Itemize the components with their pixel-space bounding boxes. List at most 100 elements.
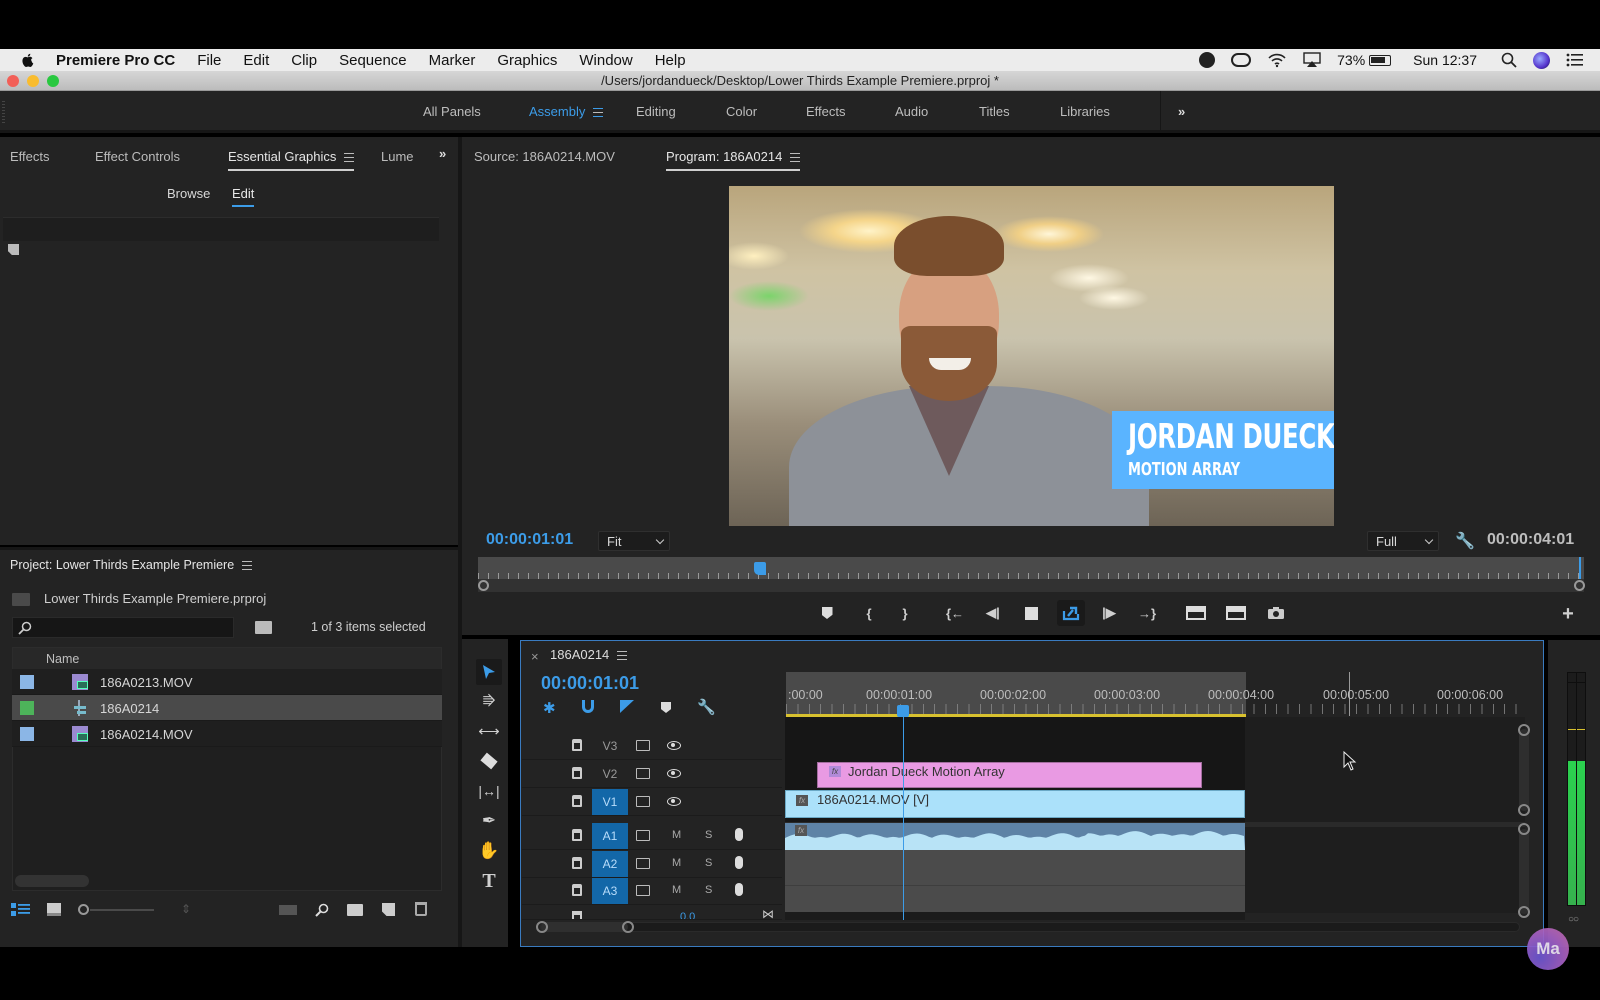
workspace-menu-icon[interactable] [593, 108, 604, 118]
project-item[interactable]: 186A0214 [12, 695, 442, 721]
notification-center-icon[interactable] [1566, 53, 1584, 67]
new-layer-icon[interactable] [8, 244, 19, 255]
project-search-field[interactable] [35, 618, 230, 637]
master-volume-value[interactable]: 0.0 [680, 911, 695, 919]
export-frame-button[interactable] [1265, 602, 1287, 624]
clock[interactable]: Sun 12:37 [1413, 52, 1477, 68]
menu-graphics[interactable]: Graphics [497, 52, 557, 69]
panel-menu-icon[interactable] [344, 153, 355, 163]
export-frame-loop-button[interactable] [1057, 600, 1085, 626]
resolution-dropdown[interactable]: Full [1367, 531, 1439, 551]
graphic-clip[interactable]: fx Jordan Dueck Motion Array [817, 762, 1202, 788]
trash-icon[interactable] [415, 902, 427, 916]
project-item[interactable]: 186A0214.MOV [12, 721, 442, 747]
wrench-icon[interactable]: 🔧 [1455, 531, 1475, 551]
lock-icon[interactable] [572, 911, 582, 919]
go-to-end-icon[interactable]: ⋈ [762, 907, 774, 919]
razor-tool-icon[interactable] [476, 748, 502, 774]
master-track-header[interactable]: 0.0 ⋈ [522, 905, 782, 920]
eye-icon[interactable] [667, 769, 681, 778]
track-select-tool-icon[interactable]: ⭆ [476, 688, 502, 714]
zoom-scrollbar-left-handle[interactable] [478, 580, 489, 591]
search-bin-icon[interactable] [255, 621, 272, 634]
program-current-timecode[interactable]: 00:00:01:01 [486, 531, 573, 549]
snap-icon[interactable] [582, 700, 594, 713]
lock-icon[interactable] [572, 857, 582, 869]
grip-handle[interactable] [2, 101, 5, 123]
sync-lock-icon[interactable] [636, 858, 650, 869]
panel-overflow-icon[interactable]: » [439, 146, 446, 161]
tab-essential-graphics[interactable]: Essential Graphics [228, 149, 355, 171]
sequence-tab[interactable]: 186A0214 [550, 647, 628, 662]
wifi-icon[interactable] [1267, 52, 1287, 68]
audio-track-header[interactable]: A2 M S [522, 851, 782, 878]
zoom-scrollbar-right-handle[interactable] [1574, 580, 1585, 591]
sync-lock-icon[interactable] [636, 830, 650, 841]
video-track-header[interactable]: V1 [522, 789, 782, 816]
audio-scroll-top-handle[interactable] [1518, 823, 1530, 835]
audio-track-header[interactable]: A3 M S [522, 878, 782, 905]
workspace-overflow-icon[interactable]: » [1178, 104, 1185, 119]
sync-lock-icon[interactable] [636, 768, 650, 779]
mute-button[interactable]: M [672, 857, 681, 869]
type-tool-icon[interactable]: T [476, 868, 502, 894]
timeline-current-timecode[interactable]: 00:00:01:01 [541, 673, 639, 694]
menu-marker[interactable]: Marker [429, 52, 476, 69]
workspace-all-panels[interactable]: All Panels [423, 104, 481, 119]
subtab-browse[interactable]: Browse [167, 186, 210, 201]
track-target-toggle[interactable]: V2 [592, 761, 628, 787]
audio-scroll-bottom-handle[interactable] [1518, 906, 1530, 918]
step-forward-button[interactable]: |▶ [1098, 602, 1120, 624]
voiceover-record-icon[interactable] [735, 828, 743, 841]
creative-cloud-icon[interactable] [1231, 53, 1252, 67]
label-color-swatch[interactable] [20, 727, 34, 741]
video-track-header[interactable]: V3 [522, 733, 782, 760]
workspace-editing[interactable]: Editing [636, 104, 676, 119]
mute-button[interactable]: M [672, 829, 681, 841]
mark-out-button[interactable]: } [894, 602, 916, 624]
go-to-in-button[interactable]: {← [944, 602, 966, 624]
hand-tool-icon[interactable]: ✋ [476, 838, 502, 864]
spotlight-search-icon[interactable] [1501, 52, 1517, 68]
lock-icon[interactable] [572, 829, 582, 841]
mute-button[interactable]: M [672, 884, 681, 896]
out-point-marker[interactable] [1579, 557, 1581, 579]
video-clip[interactable]: fx 186A0214.MOV [V] [785, 790, 1245, 818]
automate-to-sequence-icon[interactable] [279, 905, 297, 915]
obs-icon[interactable] [1199, 52, 1216, 68]
video-scroll-top-handle[interactable] [1518, 724, 1530, 736]
app-menu[interactable]: Premiere Pro CC [56, 52, 175, 69]
step-back-button[interactable]: ◀| [982, 602, 1004, 624]
button-editor-plus-icon[interactable]: + [1557, 603, 1579, 625]
timeline-playhead-line[interactable] [903, 707, 904, 920]
tab-source-monitor[interactable]: Source: 186A0214.MOV [474, 149, 615, 164]
workspace-effects[interactable]: Effects [806, 104, 846, 119]
track-target-toggle[interactable]: A1 [592, 823, 628, 849]
airplay-icon[interactable] [1303, 52, 1321, 68]
track-target-toggle[interactable]: A3 [592, 878, 628, 904]
subtab-edit[interactable]: Edit [232, 186, 255, 207]
zoom-slider-track[interactable] [90, 909, 154, 911]
track-target-toggle[interactable]: A2 [592, 851, 628, 877]
extract-button[interactable] [1225, 602, 1247, 624]
timeline-scroll-right-handle[interactable] [622, 921, 634, 933]
slip-tool-icon[interactable]: |↔| [476, 778, 502, 804]
label-color-swatch[interactable] [20, 675, 34, 689]
lock-icon[interactable] [572, 739, 582, 751]
add-marker-button[interactable] [816, 602, 838, 624]
close-sequence-icon[interactable]: × [531, 649, 539, 664]
new-item-icon[interactable] [382, 903, 395, 916]
menu-edit[interactable]: Edit [243, 52, 269, 69]
track-target-toggle[interactable]: V1 [592, 789, 628, 815]
battery-icon[interactable] [1369, 54, 1392, 66]
zoom-level-dropdown[interactable]: Fit [598, 531, 670, 551]
video-vertical-scrollbar[interactable] [1519, 729, 1529, 811]
menu-window[interactable]: Window [579, 52, 632, 69]
zoom-scrollbar[interactable] [478, 579, 1584, 592]
program-video-frame[interactable]: JORDAN DUECK MOTION ARRAY [729, 186, 1334, 526]
workspace-audio[interactable]: Audio [895, 104, 928, 119]
zoom-slider-handle[interactable] [78, 904, 89, 915]
timeline-playhead-handle[interactable] [897, 705, 909, 717]
tab-effects[interactable]: Effects [10, 149, 50, 164]
program-time-ruler[interactable] [478, 557, 1584, 579]
